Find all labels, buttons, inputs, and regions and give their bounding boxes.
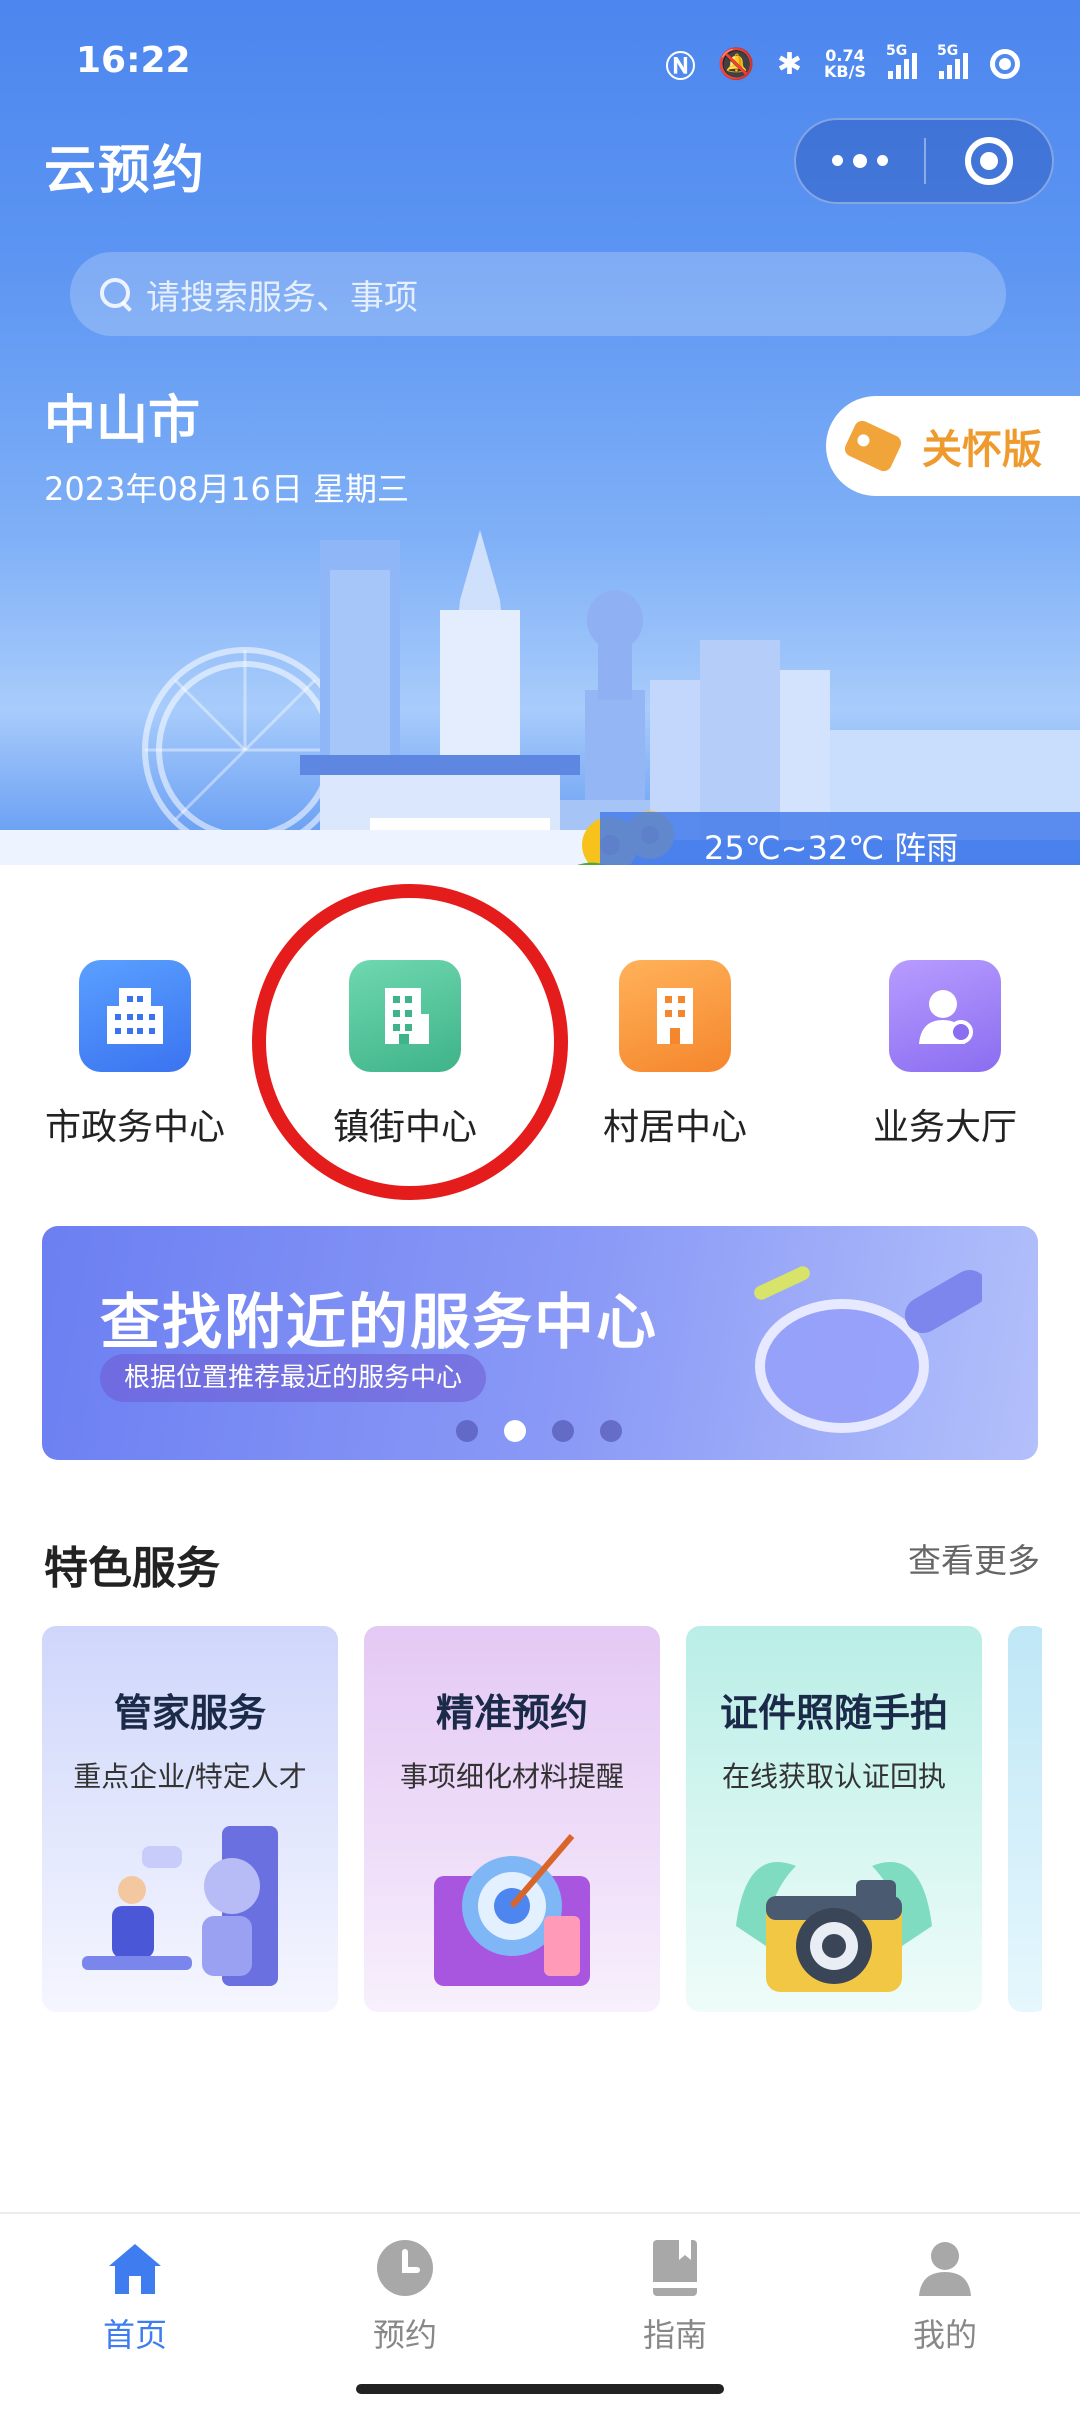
- camera-illustration: [736, 1862, 932, 1992]
- card-title: 证件照随手拍: [719, 1691, 948, 1735]
- close-miniprogram-button[interactable]: [926, 137, 1052, 185]
- battery-ring-icon: [990, 49, 1020, 79]
- pagination-dot[interactable]: [456, 1420, 478, 1442]
- card-title: 精准预约: [435, 1691, 588, 1735]
- signal-sim2-icon: 5G: [937, 43, 968, 79]
- mute-bell-icon: 🔕: [717, 46, 755, 82]
- tab-home[interactable]: 首页: [65, 2236, 205, 2356]
- entry-service-hall[interactable]: 业务大厅: [835, 960, 1055, 1150]
- entry-label: 市政务中心: [44, 1107, 225, 1148]
- tab-label: 预约: [372, 2316, 437, 2354]
- banner-title: 查找附近的服务中心: [100, 1288, 658, 1358]
- weather-text: 25℃~32℃ 阵雨: [704, 829, 959, 865]
- card-subtitle: 在线获取认证回执: [721, 1760, 946, 1793]
- entry-village-center[interactable]: 村居中心: [565, 960, 785, 1150]
- care-mode-button[interactable]: 关怀版: [826, 396, 1080, 496]
- featured-cards: 管家服务 重点企业/特定人才 精准预约 事项细化材料提醒 证件照随手拍 在线获取…: [42, 1626, 1042, 2016]
- home-icon: [103, 2236, 167, 2300]
- status-icons: Ⓝ 🔕 ✱ 0.74 KB/S 5G 5G: [666, 42, 1020, 86]
- bottom-tab-bar: 首页 预约 指南 我的: [0, 2212, 1080, 2364]
- miniprogram-capsule: [794, 118, 1054, 204]
- promo-banner[interactable]: 查找附近的服务中心 根据位置推荐最近的服务中心: [42, 1226, 1038, 1460]
- entry-label: 村居中心: [602, 1107, 747, 1148]
- city-name[interactable]: 中山市: [44, 378, 200, 453]
- card-partial-next[interactable]: [1008, 1626, 1042, 2012]
- card-butler-service[interactable]: 管家服务 重点企业/特定人才: [42, 1626, 338, 2012]
- city-building-icon: [79, 960, 191, 1072]
- annotation-red-circle: [252, 884, 568, 1200]
- tag-icon: [842, 418, 904, 474]
- card-subtitle: 事项细化材料提醒: [399, 1760, 624, 1793]
- magnifier-illustration: [754, 1266, 982, 1433]
- search-icon: [98, 276, 134, 312]
- target-icon: [964, 137, 1013, 185]
- card-subtitle: 重点企业/特定人才: [73, 1760, 307, 1793]
- pagination-dot[interactable]: [552, 1420, 574, 1442]
- care-mode-label: 关怀版: [922, 427, 1042, 473]
- entry-city-government-center[interactable]: 市政务中心: [25, 960, 245, 1150]
- entry-label: 业务大厅: [872, 1107, 1017, 1148]
- tab-guide[interactable]: 指南: [605, 2236, 745, 2356]
- view-more-link[interactable]: 查看更多: [908, 1534, 1040, 1582]
- pagination-dot[interactable]: [600, 1420, 622, 1442]
- tab-label: 指南: [642, 2316, 707, 2354]
- village-building-icon: [619, 960, 731, 1072]
- card-precise-booking[interactable]: 精准预约 事项细化材料提醒: [364, 1626, 660, 2012]
- banner-pagination: [456, 1420, 622, 1442]
- tab-label: 首页: [102, 2316, 167, 2354]
- pagination-dot-active[interactable]: [504, 1420, 526, 1442]
- book-icon: [643, 2236, 707, 2300]
- service-hall-user-icon: [889, 960, 1001, 1072]
- network-speed: 0.74 KB/S: [824, 46, 866, 81]
- featured-section-title: 特色服务: [44, 1543, 220, 1594]
- target-dart-illustration: [434, 1834, 590, 1986]
- bluetooth-icon: ✱: [776, 46, 803, 82]
- status-bar: 16:22 Ⓝ 🔕 ✱ 0.74 KB/S 5G 5G: [0, 0, 1080, 130]
- weather-bar: 25℃~32℃ 阵雨: [600, 812, 1080, 865]
- card-id-photo[interactable]: 证件照随手拍 在线获取认证回执: [686, 1626, 982, 2012]
- card-title: 管家服务: [113, 1691, 266, 1735]
- signal-sim1-icon: 5G: [886, 43, 917, 79]
- status-time: 16:22: [76, 40, 191, 81]
- search-placeholder: 请搜索服务、事项: [146, 277, 418, 318]
- more-options-button[interactable]: [796, 153, 924, 168]
- clock-icon: [373, 2236, 437, 2300]
- home-indicator[interactable]: [356, 2384, 724, 2394]
- banner-subtitle: 根据位置推荐最近的服务中心: [100, 1354, 487, 1402]
- user-icon: [913, 2236, 977, 2300]
- nfc-icon: Ⓝ: [665, 50, 696, 85]
- tab-profile[interactable]: 我的: [875, 2236, 1015, 2356]
- search-input[interactable]: 请搜索服务、事项: [70, 252, 1006, 336]
- robot-assistant-illustration: [82, 1826, 278, 1986]
- app-title: 云预约: [44, 141, 207, 201]
- tab-label: 我的: [912, 2316, 977, 2354]
- tab-booking[interactable]: 预约: [335, 2236, 475, 2356]
- city-skyline-illustration: [0, 530, 1080, 865]
- hero-header: 16:22 Ⓝ 🔕 ✱ 0.74 KB/S 5G 5G 云预约 请搜索服务、事项…: [0, 0, 1080, 865]
